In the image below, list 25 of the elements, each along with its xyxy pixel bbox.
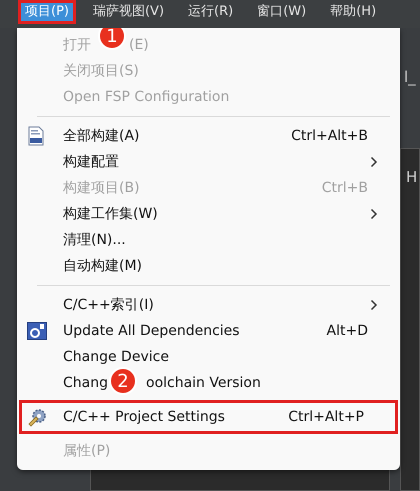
shortcut-label: Ctrl+Alt+B	[291, 126, 369, 146]
menu-item[interactable]: 自动构建(M)	[17, 253, 400, 279]
menu-item[interactable]: 构建工作集(W)	[17, 201, 400, 227]
menu-item[interactable]: 构建配置	[17, 149, 400, 175]
tab-title: H	[406, 167, 418, 188]
menu-item[interactable]: 清理(N)...	[17, 227, 400, 253]
menu-item-label[interactable]: oolchain Version	[146, 372, 261, 394]
e2-icon	[27, 322, 47, 340]
menu-item[interactable]: C/C++ Project Settings Ctrl+Alt+P	[21, 402, 396, 432]
binary-file-icon	[27, 126, 45, 146]
menu-bar-item[interactable]: 帮助(H)	[323, 0, 384, 24]
shortcut-label: Ctrl+Alt+P	[288, 408, 365, 426]
shortcut-label: Ctrl+B	[322, 178, 369, 198]
menu-item[interactable]: 全部构建(A) Ctrl+Alt+B	[17, 123, 400, 149]
menu-bar-item[interactable]: 瑞萨视图(V)	[86, 0, 172, 24]
menu-item[interactable]: C/C++索引(I)	[17, 292, 400, 318]
menu-item[interactable]: Update All Dependencies Alt+D	[17, 318, 400, 344]
tab-title: l_	[404, 67, 416, 88]
step-number-badge: 2	[109, 367, 137, 395]
menu-bar-item[interactable]: 运行(R)	[181, 0, 240, 24]
gear-pencil-icon	[27, 407, 47, 427]
menu-item[interactable]: Change Device	[17, 344, 400, 370]
shortcut-label: Alt+D	[326, 322, 369, 340]
menu-bar-item[interactable]: 窗口(W)	[250, 0, 314, 24]
menu-item-label[interactable]: Chang	[63, 372, 108, 394]
